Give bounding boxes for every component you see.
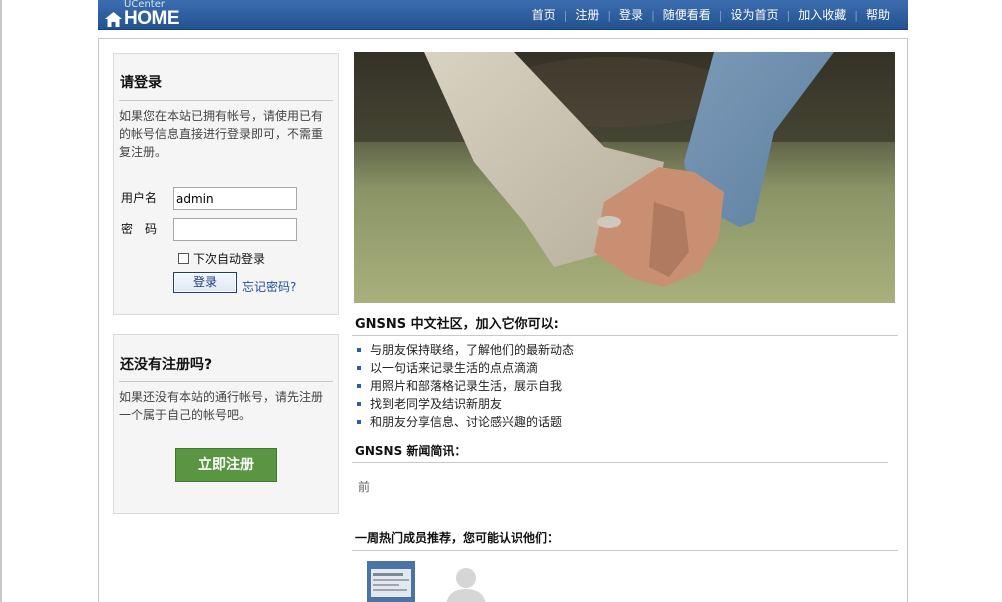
top-nav: 首页 | 注册 | 登录 | 随便看看 | 设为首页 | 加入收藏 | 帮助 (524, 0, 898, 30)
nav-login[interactable]: 登录 (611, 0, 651, 30)
top-header-bar: UCenter HOME 首页 | 注册 | 登录 | 随便看看 | 设为首页 … (98, 0, 908, 30)
remember-label: 下次自动登录 (193, 252, 266, 266)
register-now-button[interactable]: 立即注册 (175, 448, 277, 482)
password-input[interactable] (173, 218, 297, 241)
member-avatar-placeholder[interactable] (442, 561, 490, 602)
password-label: 密 码 (121, 222, 158, 236)
list-item: 和朋友分享信息、讨论感兴趣的话题 (356, 413, 574, 431)
username-input[interactable] (173, 187, 297, 210)
nav-home[interactable]: 首页 (524, 0, 564, 30)
member-avatar-screenshot[interactable] (367, 561, 415, 602)
forgot-password-link[interactable]: 忘记密码? (242, 278, 296, 295)
register-panel: 还没有注册吗? 如果还没有本站的通行帐号，请先注册一个属于自己的帐号吧。 立即注… (113, 334, 339, 514)
site-logo[interactable]: UCenter HOME (104, 0, 204, 30)
list-item: 用照片和部落格记录生活，展示自我 (356, 377, 574, 395)
home-icon (105, 12, 122, 27)
nav-browse[interactable]: 随便看看 (655, 0, 719, 30)
nav-help[interactable]: 帮助 (858, 0, 898, 30)
list-item: 以一句话来记录生活的点点滴滴 (356, 359, 574, 377)
list-item: 与朋友保持联络，了解他们的最新动态 (356, 341, 574, 359)
login-description: 如果您在本站已拥有帐号，请使用已有的帐号信息直接进行登录即可，不需重复注册。 (119, 109, 324, 159)
remember-checkbox[interactable] (178, 253, 189, 264)
login-panel: 请登录 如果您在本站已拥有帐号，请使用已有的帐号信息直接进行登录即可，不需重复注… (113, 53, 339, 315)
divider (352, 335, 898, 336)
nav-set-homepage[interactable]: 设为首页 (723, 0, 787, 30)
list-item: 找到老同学及结识新朋友 (356, 395, 574, 413)
divider (352, 462, 888, 463)
register-title: 还没有注册吗? (120, 357, 213, 373)
main-container: 请登录 如果您在本站已拥有帐号，请使用已有的帐号信息直接进行登录即可，不需重复注… (98, 38, 908, 602)
login-button[interactable]: 登录 (173, 272, 237, 293)
username-label: 用户名 (121, 191, 158, 205)
intro-title: GNSNS 中文社区，加入它你可以: (355, 317, 559, 332)
nav-register[interactable]: 注册 (567, 0, 607, 30)
logo-home-text: HOME (124, 8, 180, 29)
divider (119, 100, 333, 101)
feature-list: 与朋友保持联络，了解他们的最新动态 以一句话来记录生活的点点滴滴 用照片和部落格… (356, 341, 574, 431)
window-edge (0, 0, 2, 602)
nav-add-favorite[interactable]: 加入收藏 (790, 0, 854, 30)
news-content: 前 (358, 480, 371, 494)
news-title: GNSNS 新闻简讯： (355, 444, 467, 458)
members-title: 一周热门成员推荐，您可能认识他们： (355, 531, 560, 545)
divider (119, 381, 333, 382)
divider (352, 550, 898, 551)
login-title: 请登录 (120, 75, 162, 91)
register-description: 如果还没有本站的通行帐号，请先注册一个属于自己的帐号吧。 (119, 390, 324, 422)
hero-photo-holding-hands (354, 52, 895, 303)
